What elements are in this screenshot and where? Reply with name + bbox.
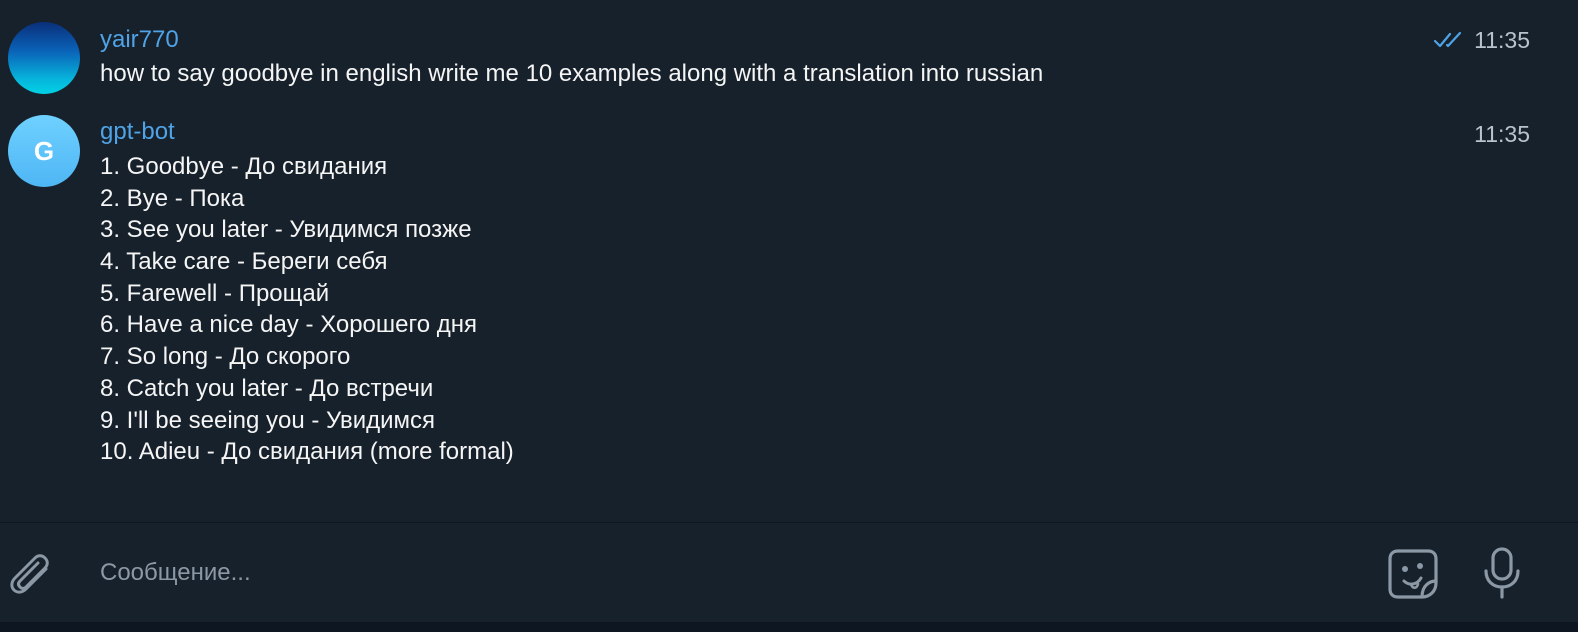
message-item[interactable]: G gpt-bot 11:35 1. Goodbye - До свидания… — [0, 108, 1578, 488]
paperclip-icon[interactable] — [4, 545, 54, 599]
message-line: 4. Take care - Береги себя — [100, 248, 388, 276]
avatar[interactable] — [8, 22, 80, 94]
message-line: 9. I'll be seeing you - Увидимся — [100, 406, 436, 434]
message-line: 5. Farewell - Прощай — [100, 279, 330, 307]
message-line: 10. Adieu - До свидания (more formal) — [100, 438, 514, 466]
message-line: 1. Goodbye - До свидания — [100, 153, 388, 180]
avatar-initial: G — [33, 135, 55, 166]
message-time: 11:35 — [1474, 121, 1530, 147]
message-list: yair770 11:35 how to say goodbye in engl… — [0, 0, 1578, 523]
message-line: 3. See you later - Увидимся позже — [100, 216, 472, 244]
avatar[interactable]: G — [8, 115, 80, 187]
message-author[interactable]: yair770 — [100, 26, 179, 54]
message-line: 7. So long - До скорого — [100, 343, 351, 371]
message-input[interactable] — [100, 551, 1360, 595]
message-line: 6. Have a nice day - Хорошего дня — [100, 311, 477, 339]
message-author[interactable]: gpt-bot — [100, 118, 175, 146]
window-bottom-edge — [0, 622, 1578, 632]
sticker-emoji-icon[interactable] — [1384, 545, 1442, 603]
double-check-icon — [1433, 31, 1462, 48]
message-composer — [0, 523, 1578, 622]
microphone-icon[interactable] — [1478, 545, 1526, 601]
message-time: 11:35 — [1474, 27, 1530, 53]
message-text: 1. Goodbye - До свидания 2. Bye - Пока 3… — [100, 151, 514, 468]
message-text: how to say goodbye in english write me 1… — [100, 60, 1044, 87]
message-line: 8. Catch you later - До встречи — [100, 374, 434, 402]
message-line: 2. Bye - Пока — [100, 184, 245, 212]
message-item[interactable]: yair770 11:35 how to say goodbye in engl… — [0, 0, 1578, 108]
